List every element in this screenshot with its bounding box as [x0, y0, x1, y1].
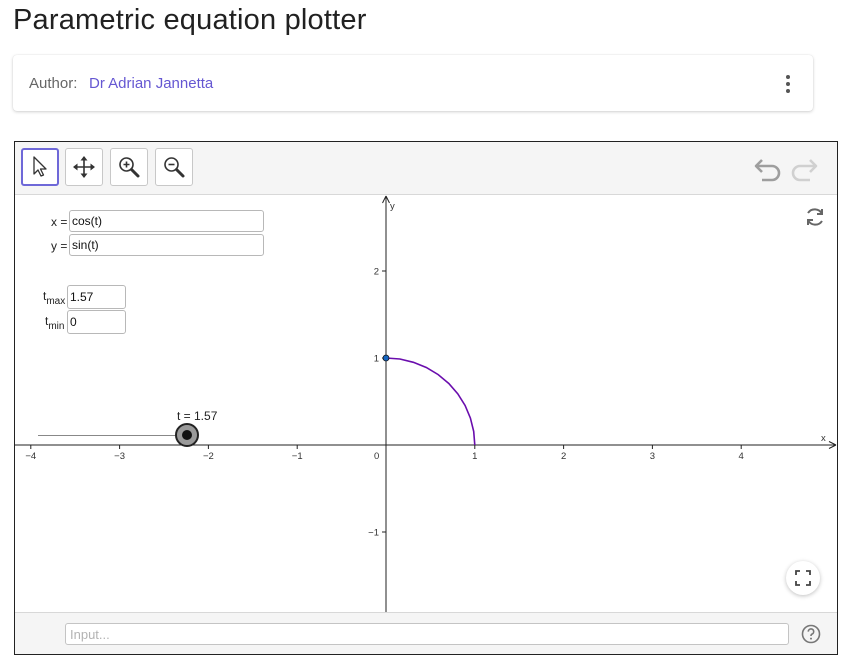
geogebra-applet: x y −4 −3 −2 −1 0 1 2 3 4 2 1 −1 x = y = tmax tmin t … [14, 141, 838, 655]
move-tool-button[interactable] [21, 148, 59, 186]
x-equation-input[interactable] [69, 210, 264, 232]
fullscreen-icon [795, 570, 811, 586]
y-tick-label: −1 [368, 528, 379, 539]
zoom-in-button[interactable] [110, 148, 148, 186]
y-axis-label: y [390, 201, 395, 212]
slider-caption: t = 1.57 [177, 409, 218, 423]
four-way-arrows-icon [73, 156, 95, 178]
y-tick-label: 2 [374, 267, 379, 278]
t-slider-handle[interactable] [175, 423, 199, 447]
x-tick-label: 3 [650, 451, 655, 462]
x-tick-label: −1 [292, 451, 303, 462]
algebra-input-field[interactable] [65, 623, 789, 645]
tmin-input[interactable] [67, 310, 126, 334]
x-tick-label: 2 [561, 451, 566, 462]
fullscreen-button[interactable] [786, 561, 820, 595]
move-graphics-view-button[interactable] [65, 148, 103, 186]
y-equation-input[interactable] [69, 234, 264, 256]
curve-point [382, 354, 390, 362]
arrow-pointer-icon [33, 156, 47, 177]
more-vertical-icon[interactable] [785, 73, 791, 95]
algebra-input-bar [15, 612, 837, 654]
zoom-in-icon [119, 157, 140, 178]
x-tick-label: 0 [374, 451, 379, 462]
plot-area[interactable]: x y −4 −3 −2 −1 0 1 2 3 4 2 1 −1 [15, 195, 837, 612]
tmin-label: tmin [45, 314, 65, 332]
refresh-icon[interactable] [803, 205, 827, 229]
author-label: Author: [29, 75, 78, 92]
curve-series [385, 357, 476, 446]
x-tick-label: −4 [25, 451, 36, 462]
x-equation-label: x = [51, 215, 68, 229]
x-axis-label: x [821, 433, 826, 444]
t-slider-track[interactable] [38, 435, 188, 436]
graphics-view[interactable]: x y −4 −3 −2 −1 0 1 2 3 4 2 1 −1 x = y = tmax tmin t … [15, 195, 837, 612]
undo-icon[interactable] [753, 156, 783, 182]
y-equation-label: y = [51, 239, 68, 253]
y-tick-label: 1 [374, 354, 379, 365]
x-tick-label: 1 [472, 451, 477, 462]
help-icon[interactable] [801, 624, 821, 644]
author-link[interactable]: Dr Adrian Jannetta [89, 75, 213, 92]
redo-icon[interactable] [789, 156, 819, 182]
x-tick-label: −3 [114, 451, 125, 462]
x-tick-label: −2 [203, 451, 214, 462]
zoom-out-icon [164, 157, 185, 178]
x-tick-label: 4 [739, 451, 744, 462]
zoom-out-button[interactable] [155, 148, 193, 186]
author-card: Author: Dr Adrian Jannetta [13, 55, 813, 111]
tmax-label: tmax [43, 289, 66, 307]
page-title: Parametric equation plotter [13, 4, 367, 36]
toolbar [15, 142, 837, 195]
tmax-input[interactable] [67, 285, 126, 309]
